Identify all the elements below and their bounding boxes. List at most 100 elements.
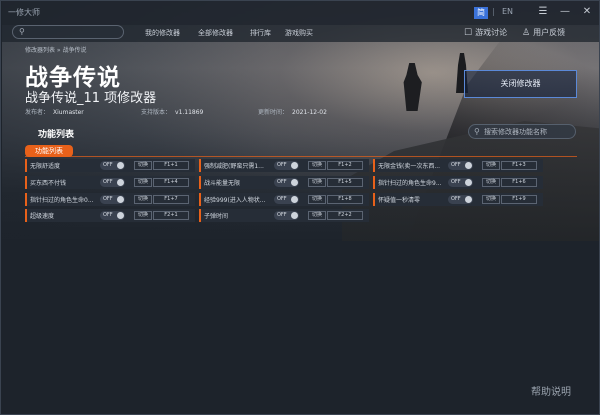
toggle-state: OFF [103, 162, 113, 168]
game-discussion-link[interactable]: ☐ 游戏讨论 [464, 27, 507, 38]
language-cn-button[interactable]: 简 [474, 7, 488, 19]
cheat-toggle[interactable]: OFF [274, 195, 299, 204]
cheat-row: 强制减肥(野蛮只需1... OFF 切换 F1+2 [199, 159, 369, 172]
trainer-title: 战争传说_11 项修改器 [25, 91, 157, 106]
divider [25, 156, 577, 157]
cheat-row: 超级速度 OFF 切换 F2+1 [25, 209, 195, 222]
cheat-toggle[interactable]: OFF [100, 195, 125, 204]
cheat-label: 怀疑值一秒清零 [378, 197, 421, 204]
toggle-knob [465, 162, 472, 169]
user-feedback-label: 用户反馈 [533, 28, 566, 37]
cheat-label: 经验999(进入人物状... [204, 197, 266, 204]
title-bar: 一修大师 简 | EN ☰ — ✕ [2, 1, 599, 25]
minimize-icon[interactable]: — [558, 5, 572, 19]
cheat-label: 强制减肥(野蛮只需1... [204, 163, 264, 170]
nav-bar: ⚲ 我的修改器 全部修改器 排行库 游戏购买 ☐ 游戏讨论 ♙ 用户反馈 [2, 25, 599, 42]
cheat-label: 无限金钱(卖一次东西... [378, 163, 441, 170]
cheat-label: 指针扫过的角色生命0... [30, 197, 94, 204]
toggle-knob [291, 212, 298, 219]
updated-label: 更新时间： [258, 109, 289, 116]
cheat-toggle[interactable]: OFF [448, 195, 473, 204]
toggle-knob [465, 196, 472, 203]
cheat-label: 战斗能量无限 [204, 180, 241, 187]
toggle-knob [117, 212, 124, 219]
cheat-toggle[interactable]: OFF [100, 211, 125, 220]
hotkey-key[interactable]: F1+1 [153, 161, 189, 170]
user-feedback-link[interactable]: ♙ 用户反馈 [522, 27, 565, 38]
nav-rankings[interactable]: 排行库 [250, 28, 271, 38]
hotkey-switch-label[interactable]: 切换 [308, 211, 326, 220]
toggle-knob [117, 179, 124, 186]
hotkey-switch-label[interactable]: 切换 [134, 195, 152, 204]
hotkey-switch-label[interactable]: 切换 [308, 161, 326, 170]
function-search[interactable]: ⚲ [468, 124, 576, 139]
toggle-knob [117, 162, 124, 169]
hotkey-key[interactable]: F1+4 [153, 178, 189, 187]
nav-all-trainers[interactable]: 全部修改器 [198, 28, 233, 38]
hotkey-switch-label[interactable]: 切换 [482, 195, 500, 204]
function-search-input[interactable] [484, 127, 574, 137]
cheat-row: 战斗能量无限 OFF 切换 F1+5 [199, 176, 369, 189]
toggle-state: OFF [451, 162, 461, 168]
toggle-state: OFF [277, 162, 287, 168]
toggle-state: OFF [103, 212, 113, 218]
app-name: 一修大师 [8, 8, 40, 17]
version-label: 支持版本： [141, 109, 172, 116]
hotkey-switch-label[interactable]: 切换 [308, 178, 326, 187]
hotkey-switch-label[interactable]: 切换 [134, 211, 152, 220]
cheat-row: 经验999(进入人物状... OFF 切换 F1+8 [199, 193, 369, 206]
toggle-knob [117, 196, 124, 203]
hotkey-key[interactable]: F2+2 [327, 211, 363, 220]
cheat-label: 子弹时间 [204, 213, 229, 220]
toggle-knob [291, 162, 298, 169]
publisher-label: 发布者： [25, 109, 50, 116]
close-icon[interactable]: ✕ [580, 5, 594, 19]
updated-value: 2021-12-02 [292, 109, 327, 116]
toggle-state: OFF [451, 179, 461, 185]
global-search[interactable]: ⚲ [12, 25, 124, 39]
cheat-toggle[interactable]: OFF [274, 178, 299, 187]
cheat-toggle[interactable]: OFF [448, 161, 473, 170]
version-info: 支持版本： v1.11869 [141, 107, 203, 116]
hotkey-key[interactable]: F1+5 [327, 178, 363, 187]
nav-my-trainers[interactable]: 我的修改器 [145, 28, 180, 38]
toggle-knob [291, 196, 298, 203]
cheat-toggle[interactable]: OFF [100, 178, 125, 187]
cheat-row: 无限舒适度 OFF 切换 F1+1 [25, 159, 195, 172]
language-en-button[interactable]: EN [502, 7, 513, 16]
close-trainer-button[interactable]: 关闭修改器 [464, 70, 577, 98]
cheat-label: 指针扫过的角色生命9... [378, 180, 442, 187]
hotkey-key[interactable]: F1+8 [327, 195, 363, 204]
updated-info: 更新时间： 2021-12-02 [258, 107, 327, 116]
cheat-label: 无限舒适度 [30, 163, 61, 170]
cheat-toggle[interactable]: OFF [274, 211, 299, 220]
global-search-input[interactable] [31, 27, 119, 37]
hotkey-key[interactable]: F1+9 [501, 195, 537, 204]
nav-game-purchase[interactable]: 游戏购买 [285, 28, 313, 38]
chat-icon: ☐ [464, 28, 473, 38]
version-value: v1.11869 [175, 109, 204, 116]
cheat-toggle[interactable]: OFF [274, 161, 299, 170]
cheat-row: 买东西不付钱 OFF 切换 F1+4 [25, 176, 195, 189]
hotkey-switch-label[interactable]: 切换 [134, 161, 152, 170]
cheat-toggle[interactable]: OFF [448, 178, 473, 187]
toggle-state: OFF [277, 212, 287, 218]
breadcrumb[interactable]: 修改器列表 » 战争传说 [25, 45, 87, 54]
hotkey-switch-label[interactable]: 切换 [308, 195, 326, 204]
hotkey-switch-label[interactable]: 切换 [482, 161, 500, 170]
hotkey-key[interactable]: F1+7 [153, 195, 189, 204]
hotkey-switch-label[interactable]: 切换 [134, 178, 152, 187]
search-icon: ⚲ [474, 127, 480, 136]
hotkey-key[interactable]: F1+2 [327, 161, 363, 170]
hotkey-switch-label[interactable]: 切换 [482, 178, 500, 187]
hotkey-key[interactable]: F2+1 [153, 211, 189, 220]
app-window: 一修大师 简 | EN ☰ — ✕ ⚲ 我的修改器 全部修改器 排行库 游戏购买… [0, 0, 600, 415]
toggle-state: OFF [277, 196, 287, 202]
hotkey-key[interactable]: F1+3 [501, 161, 537, 170]
cheat-toggle[interactable]: OFF [100, 161, 125, 170]
help-link[interactable]: 帮助说明 [531, 383, 571, 398]
menu-icon[interactable]: ☰ [536, 5, 550, 19]
cheat-row: 指针扫过的角色生命9... OFF 切换 F1+6 [373, 176, 543, 189]
toggle-state: OFF [277, 179, 287, 185]
hotkey-key[interactable]: F1+6 [501, 178, 537, 187]
